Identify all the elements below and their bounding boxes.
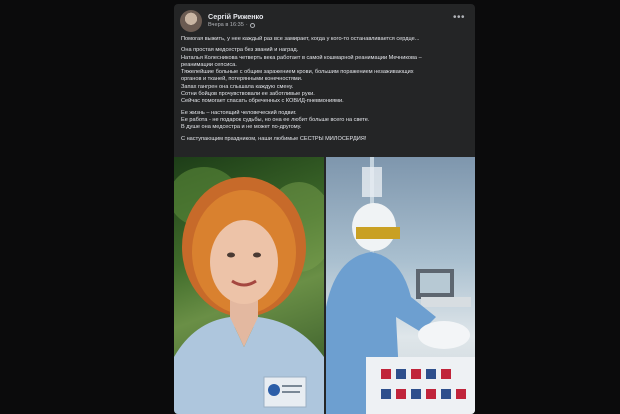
post-text-line: органов и тканей, потерянными конечностя…	[181, 76, 303, 83]
globe-icon[interactable]	[249, 22, 255, 28]
timestamp[interactable]: Вчера в 16:35	[208, 22, 244, 28]
post-photos	[174, 157, 475, 414]
avatar[interactable]	[180, 10, 202, 32]
post-text-line: Она простая медсестра без званий и награ…	[181, 47, 299, 54]
post-text-line: Ее работа - не подарок судьбы, но она ее…	[181, 116, 370, 123]
post-text-line: В душе она медсестра и не может по-друго…	[181, 124, 302, 131]
post-text-line: С наступающим праздником, наши любимые С…	[181, 135, 367, 142]
post-text-line: Сейчас помогает спасать обреченных с КОВ…	[181, 98, 344, 105]
nurse-portrait-photo[interactable]	[174, 157, 324, 414]
post-meta: Вчера в 16:35 ·	[208, 22, 255, 28]
post-text-line: Наталья Колесникова четверть века работа…	[181, 54, 422, 61]
icu-nurse-photo[interactable]	[326, 157, 475, 414]
meta-separator: ·	[245, 22, 248, 28]
post-header: Сергій Риженко Вчера в 16:35 · •••	[180, 10, 469, 32]
post-text-line: Ее жизнь – настоящий человеческий подвиг…	[181, 109, 297, 116]
post-text-line: Помогая выжить, у нее каждый раз все зам…	[181, 36, 420, 42]
facebook-post: Сергій Риженко Вчера в 16:35 · ••• Помог…	[174, 4, 475, 414]
author-name[interactable]: Сергій Риженко	[208, 12, 263, 21]
post-text: Помогая выжить, у нее каждый раз все зам…	[181, 36, 469, 143]
more-options-icon[interactable]: •••	[453, 13, 465, 23]
post-text-line: Запах гангрен она слышала каждую смену.	[181, 83, 294, 90]
